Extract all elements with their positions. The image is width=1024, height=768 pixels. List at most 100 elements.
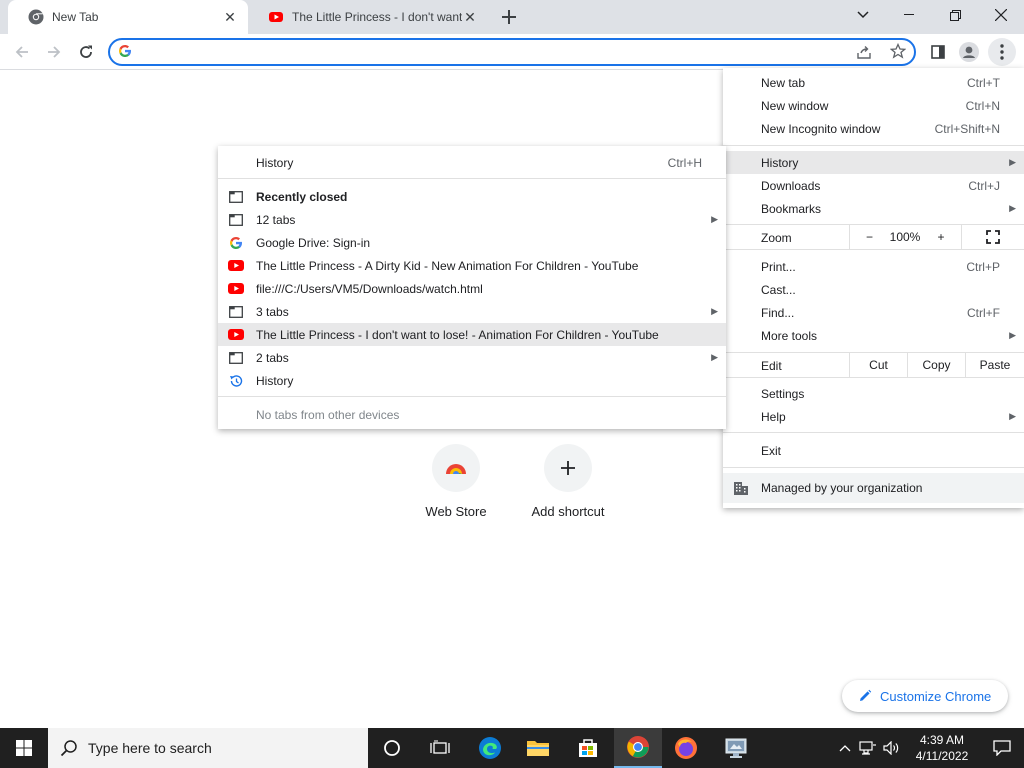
taskbar-chrome[interactable]	[614, 728, 662, 768]
forward-arrow-icon	[48, 46, 61, 58]
recent-item-google-drive[interactable]: Google Drive: Sign-in	[218, 231, 726, 254]
recent-item-3-tabs[interactable]: 3 tabs ▶	[218, 300, 726, 323]
shortcut-add[interactable]: Add shortcut	[520, 444, 616, 519]
menu-item-downloads[interactable]: Downloads Ctrl+J	[723, 174, 1024, 197]
volume-icon[interactable]	[880, 741, 904, 755]
menu-item-label: Cast...	[761, 282, 796, 297]
menu-item-more-tools[interactable]: More tools ▶	[723, 324, 1024, 347]
minimize-button[interactable]	[886, 0, 932, 30]
clock-time: 4:39 AM	[919, 733, 965, 747]
taskbar-search-box[interactable]: Type here to search	[48, 728, 368, 768]
forward-button[interactable]	[40, 38, 68, 66]
menu-item-label: Managed by your organization	[761, 481, 923, 495]
system-tray: 4:39 AM 4/11/2022	[834, 728, 1024, 768]
taskbar-edge[interactable]	[466, 728, 514, 768]
tab-search-icon[interactable]	[840, 0, 886, 30]
chrome-menu-button[interactable]	[988, 38, 1016, 66]
taskbar-firefox[interactable]	[662, 728, 710, 768]
menu-item-settings[interactable]: Settings	[723, 382, 1024, 405]
recent-item-12-tabs[interactable]: 12 tabs ▶	[218, 208, 726, 231]
menu-item-find[interactable]: Find... Ctrl+F	[723, 301, 1024, 324]
menu-item-label: 12 tabs	[256, 212, 296, 227]
new-tab-button[interactable]	[498, 6, 520, 28]
menu-item-new-incognito[interactable]: New Incognito window Ctrl+Shift+N	[723, 117, 1024, 140]
edge-icon	[479, 737, 501, 759]
share-icon[interactable]	[856, 44, 872, 63]
menu-divider	[723, 249, 1024, 250]
notification-icon[interactable]	[980, 740, 1024, 756]
close-tab-icon[interactable]: ✕	[462, 9, 478, 25]
fullscreen-button[interactable]	[961, 225, 1024, 249]
menu-item-label: New window	[761, 98, 829, 113]
menu-divider	[723, 377, 1024, 378]
recent-item-2-tabs[interactable]: 2 tabs ▶	[218, 346, 726, 369]
restore-button[interactable]	[932, 0, 978, 30]
side-panel-button[interactable]	[924, 38, 952, 66]
chevron-up-icon[interactable]	[834, 744, 856, 752]
menu-item-exit[interactable]: Exit	[723, 439, 1024, 462]
menu-item-bookmarks[interactable]: Bookmarks ▶	[723, 197, 1024, 220]
shortcut-web-store[interactable]: Web Store	[408, 444, 504, 519]
cortana-icon	[384, 740, 400, 756]
recently-closed-header: Recently closed	[218, 185, 726, 208]
history-menu-item-history[interactable]: History Ctrl+H	[218, 151, 726, 174]
taskbar-store[interactable]	[564, 728, 612, 768]
menu-item-label: 2 tabs	[256, 350, 289, 365]
bookmark-star-icon[interactable]	[889, 42, 907, 62]
paste-button[interactable]: Paste	[965, 353, 1024, 377]
task-view-button[interactable]	[416, 728, 464, 768]
submenu-arrow-icon: ▶	[1009, 203, 1016, 213]
submenu-arrow-icon: ▶	[1009, 330, 1016, 340]
zoom-plus-label: +	[937, 230, 945, 244]
recent-item-history[interactable]: History	[218, 369, 726, 392]
menu-item-print[interactable]: Print... Ctrl+P	[723, 255, 1024, 278]
menu-item-label: History	[761, 155, 799, 170]
zoom-out-button[interactable]: −	[849, 225, 889, 249]
taskbar-file-explorer[interactable]	[514, 728, 562, 768]
reload-button[interactable]	[72, 38, 100, 66]
tab-window-icon	[228, 350, 244, 366]
cortana-button[interactable]	[368, 728, 416, 768]
profile-button[interactable]	[955, 38, 983, 66]
close-tab-icon[interactable]: ✕	[222, 9, 238, 25]
menu-item-label: Find...	[761, 305, 795, 320]
start-button[interactable]	[0, 728, 48, 768]
menu-item-help[interactable]: Help ▶	[723, 405, 1024, 428]
network-icon[interactable]	[856, 741, 880, 755]
avatar-icon	[959, 42, 979, 62]
menu-item-label: New Incognito window	[761, 121, 881, 136]
taskbar-clock[interactable]: 4:39 AM 4/11/2022	[904, 732, 980, 764]
recent-item-dont-want-to-lose[interactable]: The Little Princess - I don't want to lo…	[218, 323, 726, 346]
menu-divider	[218, 178, 726, 179]
menu-item-new-window[interactable]: New window Ctrl+N	[723, 94, 1024, 117]
copy-button[interactable]: Copy	[907, 353, 965, 377]
toolbar	[0, 34, 1024, 70]
menu-item-managed[interactable]: Managed by your organization	[723, 473, 1024, 503]
recent-item-dirty-kid[interactable]: The Little Princess - A Dirty Kid - New …	[218, 254, 726, 277]
close-window-button[interactable]	[978, 0, 1024, 30]
menu-item-label: Google Drive: Sign-in	[256, 235, 371, 250]
plus-icon	[502, 10, 516, 24]
recent-item-watch-html[interactable]: file:///C:/Users/VM5/Downloads/watch.htm…	[218, 277, 726, 300]
menu-item-new-tab[interactable]: New tab Ctrl+T	[723, 71, 1024, 94]
menu-item-history[interactable]: History ▶	[723, 151, 1024, 174]
omnibox-input[interactable]	[140, 43, 820, 61]
back-button[interactable]	[8, 38, 36, 66]
menu-item-shortcut: Ctrl+F	[967, 305, 1000, 320]
submenu-arrow-icon: ▶	[711, 352, 718, 362]
zoom-label: Zoom	[761, 231, 792, 245]
tab-new-tab[interactable]: New Tab ✕	[8, 0, 248, 34]
tab-little-princess[interactable]: The Little Princess - I don't want ✕	[248, 0, 488, 34]
customize-chrome-button[interactable]: Customize Chrome	[842, 680, 1008, 712]
cut-button[interactable]: Cut	[849, 353, 907, 377]
menu-item-cast[interactable]: Cast...	[723, 278, 1024, 301]
zoom-in-button[interactable]: +	[921, 225, 961, 249]
submenu-arrow-icon: ▶	[1009, 411, 1016, 421]
address-bar[interactable]	[108, 38, 916, 66]
edit-row: Edit Cut Copy Paste	[723, 353, 1024, 377]
tab-title: The Little Princess - I don't want	[292, 10, 462, 24]
taskbar-app[interactable]	[712, 728, 760, 768]
menu-divider	[723, 467, 1024, 468]
copy-label: Copy	[922, 358, 951, 372]
monitor-icon	[725, 738, 747, 758]
